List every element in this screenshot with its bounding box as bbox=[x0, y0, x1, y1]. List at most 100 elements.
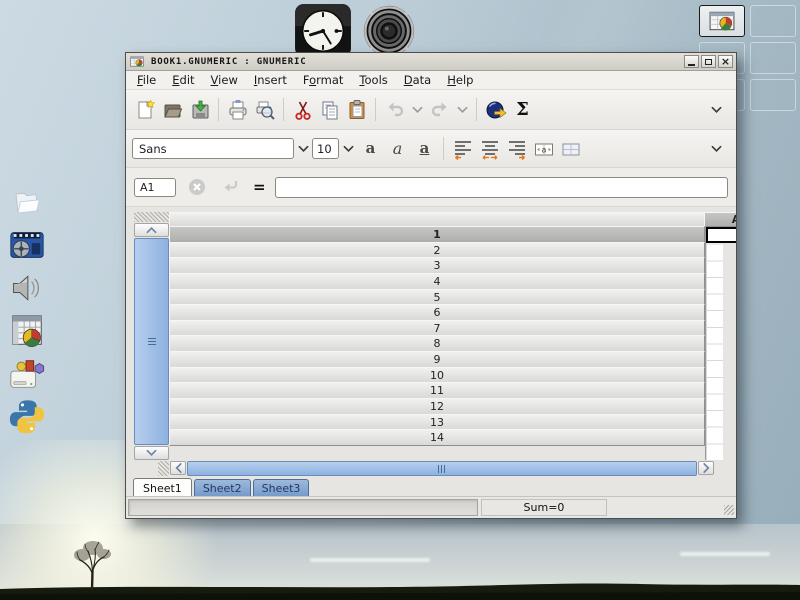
cloud bbox=[680, 552, 770, 556]
font-name-chevron[interactable] bbox=[294, 135, 312, 162]
documents-icon[interactable] bbox=[6, 182, 48, 222]
merge-cells-button[interactable]: a bbox=[530, 135, 557, 162]
selected-cell-outline[interactable] bbox=[706, 227, 736, 243]
redo-button[interactable] bbox=[426, 96, 453, 123]
cell-reference-box[interactable]: A1 bbox=[134, 178, 176, 197]
workspace-cell-2[interactable] bbox=[750, 5, 796, 37]
cells-area[interactable] bbox=[705, 227, 723, 460]
new-file-button[interactable] bbox=[132, 96, 159, 123]
align-left-button[interactable] bbox=[449, 135, 476, 162]
row-header-4[interactable]: 4 bbox=[169, 273, 705, 290]
pane-split-grip-vertical[interactable] bbox=[134, 212, 169, 222]
print-preview-button[interactable] bbox=[251, 96, 278, 123]
menu-edit[interactable]: Edit bbox=[164, 72, 202, 88]
horizontal-scroll-thumb[interactable] bbox=[187, 461, 697, 476]
toolbar-separator bbox=[375, 98, 376, 121]
scroll-left-button[interactable] bbox=[170, 461, 186, 475]
format-toolbar: Sans 10 a a a bbox=[126, 130, 736, 168]
borders-button[interactable] bbox=[557, 135, 584, 162]
menu-format[interactable]: Format bbox=[295, 72, 352, 88]
menu-insert[interactable]: Insert bbox=[246, 72, 295, 88]
sheet-tab-sheet3[interactable]: Sheet3 bbox=[253, 479, 310, 496]
menu-help[interactable]: Help bbox=[439, 72, 481, 88]
titlebar[interactable]: BOOK1.GNUMERIC : GNUMERIC × bbox=[126, 53, 736, 71]
row-header-9[interactable]: 9 bbox=[169, 351, 705, 368]
scroll-right-button[interactable] bbox=[698, 461, 714, 475]
enter-button[interactable] bbox=[217, 174, 244, 201]
maximize-button[interactable] bbox=[701, 55, 716, 68]
cut-button[interactable] bbox=[289, 96, 316, 123]
vertical-scroll-thumb[interactable] bbox=[134, 238, 169, 445]
pane-split-grip-horizontal[interactable] bbox=[158, 461, 169, 476]
menu-file[interactable]: File bbox=[129, 72, 164, 88]
undo-button[interactable] bbox=[381, 96, 408, 123]
row-header-1[interactable]: 1 bbox=[169, 226, 705, 243]
print-button[interactable] bbox=[224, 96, 251, 123]
menubar: FileEditViewInsertFormatToolsDataHelp bbox=[126, 71, 736, 90]
status-sum: Sum=0 bbox=[481, 499, 607, 516]
row-header-3[interactable]: 3 bbox=[169, 257, 705, 274]
paste-button[interactable] bbox=[343, 96, 370, 123]
bold-icon: a bbox=[366, 141, 376, 156]
row-header-2[interactable]: 2 bbox=[169, 242, 705, 259]
scroll-down-button[interactable] bbox=[134, 446, 169, 460]
horizontal-scrollbar[interactable] bbox=[132, 461, 730, 476]
hyperlink-button[interactable] bbox=[482, 96, 509, 123]
font-size-chevron[interactable] bbox=[339, 135, 357, 162]
audio-volume-icon[interactable] bbox=[6, 268, 48, 308]
font-size-select[interactable]: 10 bbox=[312, 138, 339, 159]
open-file-button[interactable] bbox=[159, 96, 186, 123]
close-button[interactable]: × bbox=[718, 55, 733, 68]
row-header-12[interactable]: 12 bbox=[169, 398, 705, 415]
bold-button[interactable]: a bbox=[357, 135, 384, 162]
equals-button[interactable]: = bbox=[253, 178, 266, 196]
workspace-cell-1[interactable] bbox=[699, 5, 745, 37]
align-right-button[interactable] bbox=[503, 135, 530, 162]
sheet-tab-sheet1[interactable]: Sheet1 bbox=[133, 478, 192, 496]
sheet-tabs: Sheet1Sheet2Sheet3 bbox=[132, 476, 730, 496]
row-header-7[interactable]: 7 bbox=[169, 320, 705, 337]
menu-view[interactable]: View bbox=[203, 72, 246, 88]
select-all-corner[interactable] bbox=[169, 212, 705, 227]
sum-value: Sum=0 bbox=[524, 501, 565, 514]
row-header-11[interactable]: 11 bbox=[169, 382, 705, 399]
window-resize-grip[interactable] bbox=[724, 505, 734, 515]
status-spacer bbox=[607, 500, 734, 515]
sum-button[interactable]: Σ bbox=[509, 96, 536, 123]
font-name-select[interactable]: Sans bbox=[132, 138, 294, 159]
row-header-5[interactable]: 5 bbox=[169, 289, 705, 306]
menu-data[interactable]: Data bbox=[396, 72, 439, 88]
row-header-13[interactable]: 13 bbox=[169, 414, 705, 431]
undo-dropdown-chevron[interactable] bbox=[408, 96, 426, 123]
sheet-tab-sheet2[interactable]: Sheet2 bbox=[194, 479, 251, 496]
row-header-10[interactable]: 10 bbox=[169, 367, 705, 384]
wallpaper-landscape bbox=[0, 524, 800, 600]
python-icon[interactable] bbox=[6, 397, 48, 437]
italic-button[interactable]: a bbox=[384, 135, 411, 162]
copy-button[interactable] bbox=[316, 96, 343, 123]
menu-tools[interactable]: Tools bbox=[351, 72, 395, 88]
format-toolbar-overflow-chevron[interactable] bbox=[703, 135, 730, 162]
formula-input[interactable] bbox=[275, 177, 728, 198]
scroll-up-button[interactable] bbox=[134, 223, 169, 237]
redo-dropdown-chevron[interactable] bbox=[453, 96, 471, 123]
underline-button[interactable]: a bbox=[411, 135, 438, 162]
media-player-icon[interactable] bbox=[6, 225, 48, 265]
office-suite-icon[interactable] bbox=[6, 354, 48, 394]
save-button[interactable] bbox=[186, 96, 213, 123]
tree-silhouette bbox=[68, 538, 118, 590]
workspace-cell-6[interactable] bbox=[750, 79, 796, 111]
align-center-button[interactable] bbox=[476, 135, 503, 162]
column-header-A[interactable]: A bbox=[704, 212, 736, 227]
row-header-8[interactable]: 8 bbox=[169, 335, 705, 352]
cancel-button[interactable] bbox=[183, 174, 210, 201]
gnumeric-app-icon bbox=[130, 56, 144, 67]
toolbar-overflow-chevron[interactable] bbox=[703, 96, 730, 123]
vertical-scrollbar[interactable] bbox=[134, 212, 169, 460]
sheet-area: ABCDEFGH 1234567891011121314 bbox=[126, 207, 736, 496]
workspace-cell-4[interactable] bbox=[750, 42, 796, 74]
row-header-6[interactable]: 6 bbox=[169, 304, 705, 321]
gnumeric-icon[interactable] bbox=[6, 311, 48, 351]
row-header-14[interactable]: 14 bbox=[169, 429, 705, 446]
minimize-button[interactable] bbox=[684, 55, 699, 68]
